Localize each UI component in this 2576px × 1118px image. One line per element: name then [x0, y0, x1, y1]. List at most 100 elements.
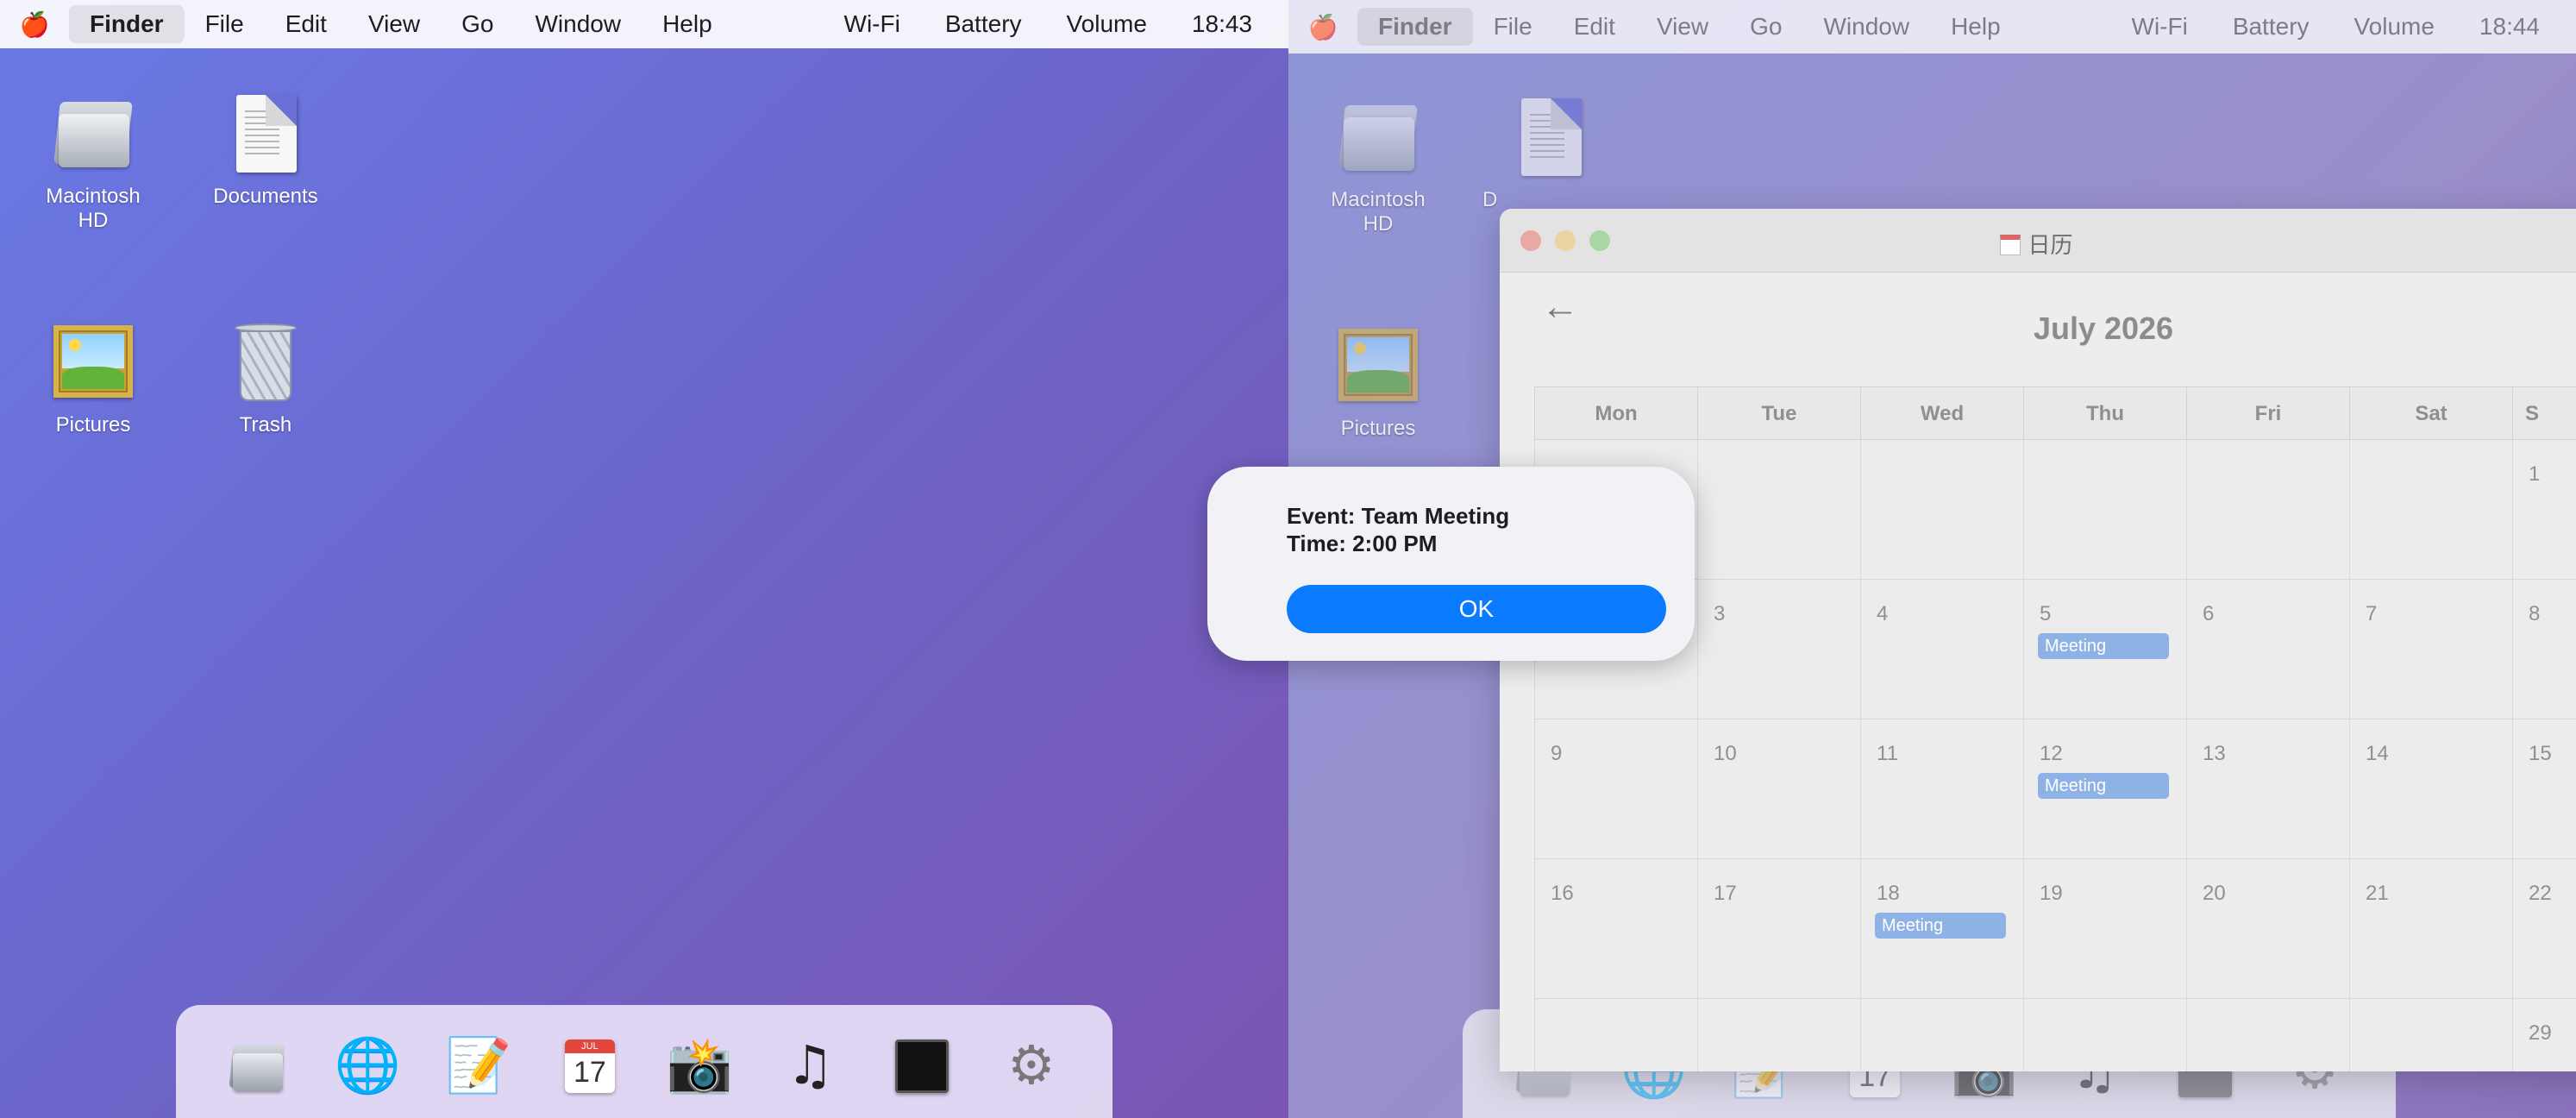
volume-status[interactable]: Volume: [1044, 5, 1169, 43]
dock-notes-icon[interactable]: 📝: [444, 1031, 513, 1100]
calendar-day-cell[interactable]: [1534, 999, 1697, 1071]
calendar-day-cell[interactable]: 16: [1534, 859, 1697, 999]
calendar-day-cell[interactable]: [2349, 440, 2512, 580]
day-number: 17: [1714, 882, 1737, 905]
volume-status[interactable]: Volume: [2332, 8, 2457, 46]
menu-file[interactable]: File: [1473, 8, 1553, 46]
weekday-label: Thu: [2023, 386, 2186, 440]
desktop-icon-label: Macintosh HD: [1331, 188, 1426, 236]
calendar-day-cell[interactable]: 10: [1697, 719, 1860, 859]
calendar-day-cell[interactable]: [2186, 440, 2349, 580]
calendar-day-cell[interactable]: [1860, 999, 2023, 1071]
desktop-icon-pictures[interactable]: Pictures: [20, 318, 166, 437]
day-number: 12: [2040, 742, 2063, 765]
calendar-day-cell[interactable]: 21: [2349, 859, 2512, 999]
calendar-week-row: 9 10 11 12 Meeting 13 14 15: [1534, 719, 2576, 859]
hard-drive-icon: [50, 90, 136, 176]
menu-clock[interactable]: 18:44: [2457, 8, 2562, 46]
menu-window[interactable]: Window: [1802, 8, 1930, 46]
day-number: 14: [2366, 742, 2389, 765]
calendar-day-cell[interactable]: 9: [1534, 719, 1697, 859]
apple-menu-icon[interactable]: 🍎: [1306, 13, 1340, 41]
event-chip[interactable]: Meeting: [1875, 913, 2006, 939]
calendar-day-cell[interactable]: 1: [2512, 440, 2576, 580]
calendar-day-cell[interactable]: 14: [2349, 719, 2512, 859]
calendar-day-cell[interactable]: 4: [1860, 580, 2023, 719]
event-chip[interactable]: Meeting: [2038, 773, 2169, 799]
desktop-icon-label: Documents: [213, 185, 318, 208]
menu-go[interactable]: Go: [1729, 8, 1802, 46]
calendar-day-cell[interactable]: 6: [2186, 580, 2349, 719]
calendar-day-cell[interactable]: 15: [2512, 719, 2576, 859]
calendar-day-cell[interactable]: 19: [2023, 859, 2186, 999]
calendar-day-cell[interactable]: 22: [2512, 859, 2576, 999]
day-number: 29: [2529, 1021, 2552, 1045]
day-number: 19: [2040, 882, 2063, 905]
battery-status[interactable]: Battery: [2210, 8, 2332, 46]
ok-button[interactable]: OK: [1287, 585, 1666, 633]
calendar-day-cell[interactable]: [1697, 999, 1860, 1071]
calendar-day-cell[interactable]: [2186, 999, 2349, 1071]
dock-globe-icon[interactable]: 🌐: [333, 1031, 402, 1100]
calendar-day-cell[interactable]: 5 Meeting: [2023, 580, 2186, 719]
menu-help[interactable]: Help: [642, 5, 733, 43]
day-number: 7: [2366, 602, 2378, 625]
apple-menu-icon[interactable]: 🍎: [17, 10, 52, 39]
calendar-week-row: 16 17 18 Meeting 19 20 21 22: [1534, 859, 2576, 999]
dock-settings-icon[interactable]: ⚙: [997, 1031, 1066, 1100]
menu-file[interactable]: File: [185, 5, 265, 43]
battery-status[interactable]: Battery: [923, 5, 1044, 43]
menu-finder[interactable]: Finder: [1357, 8, 1473, 46]
menu-help[interactable]: Help: [1930, 8, 2021, 46]
dock-music-icon[interactable]: ♫: [775, 1031, 844, 1100]
calendar-day-cell[interactable]: [2023, 440, 2186, 580]
calendar-day-cell[interactable]: 3: [1697, 580, 1860, 719]
day-number: 8: [2529, 602, 2541, 625]
calendar-day-cell[interactable]: [2349, 999, 2512, 1071]
day-number: 1: [2529, 462, 2541, 486]
menu-view[interactable]: View: [1636, 8, 1729, 46]
desktop-icon-label: Pictures: [55, 413, 131, 437]
calendar-day-cell[interactable]: [2023, 999, 2186, 1071]
menu-go[interactable]: Go: [441, 5, 514, 43]
wifi-status[interactable]: Wi-Fi: [822, 5, 923, 43]
dock-calendar-icon[interactable]: JUL 17: [555, 1031, 624, 1100]
day-number: 4: [1877, 602, 1889, 625]
desktop-icon-macintosh-hd[interactable]: Macintosh HD: [20, 90, 166, 233]
desktop-icon-trash[interactable]: Trash: [192, 318, 339, 437]
desktop-icon-label: Macintosh HD: [46, 185, 141, 232]
calendar-day-cell[interactable]: 7: [2349, 580, 2512, 719]
calendar-day-cell[interactable]: 29: [2512, 999, 2576, 1071]
menu-edit[interactable]: Edit: [265, 5, 348, 43]
calendar-day-cell[interactable]: 8: [2512, 580, 2576, 719]
day-number: 3: [1714, 602, 1726, 625]
calendar-day-cell[interactable]: [1860, 440, 2023, 580]
menu-window[interactable]: Window: [514, 5, 642, 43]
calendar-day-cell[interactable]: [1697, 440, 1860, 580]
event-chip[interactable]: Meeting: [2038, 633, 2169, 659]
dock-camera-icon[interactable]: 📸: [665, 1031, 734, 1100]
menu-view[interactable]: View: [348, 5, 441, 43]
dock-terminal-icon[interactable]: [887, 1031, 956, 1100]
desktop-icon-documents[interactable]: Documents: [192, 90, 339, 209]
dock-finder-folder-icon[interactable]: [223, 1031, 291, 1100]
calendar-day-cell[interactable]: 12 Meeting: [2023, 719, 2186, 859]
desktop-icon-documents[interactable]: D: [1477, 93, 1624, 212]
hard-drive-icon: [1335, 93, 1421, 179]
calendar-day-cell[interactable]: 13: [2186, 719, 2349, 859]
calendar-day-cell[interactable]: 11: [1860, 719, 2023, 859]
calendar-month-badge: JUL: [564, 1039, 615, 1053]
window-title-text: 日历: [2028, 232, 2073, 258]
calendar-day-cell[interactable]: 17: [1697, 859, 1860, 999]
calendar-day-cell[interactable]: 18 Meeting: [1860, 859, 2023, 999]
weekday-label: Mon: [1534, 386, 1697, 440]
dock: 🌐 📝 JUL 17 📸 ♫ ⚙: [176, 1005, 1113, 1118]
desktop-icon-pictures[interactable]: Pictures: [1305, 322, 1451, 441]
menu-clock[interactable]: 18:43: [1169, 5, 1275, 43]
wifi-status[interactable]: Wi-Fi: [2109, 8, 2210, 46]
menu-edit[interactable]: Edit: [1553, 8, 1636, 46]
desktop-icon-macintosh-hd[interactable]: Macintosh HD: [1305, 93, 1451, 236]
calendar-day-cell[interactable]: 20: [2186, 859, 2349, 999]
menu-finder[interactable]: Finder: [69, 5, 185, 43]
day-number: 9: [1551, 742, 1563, 765]
